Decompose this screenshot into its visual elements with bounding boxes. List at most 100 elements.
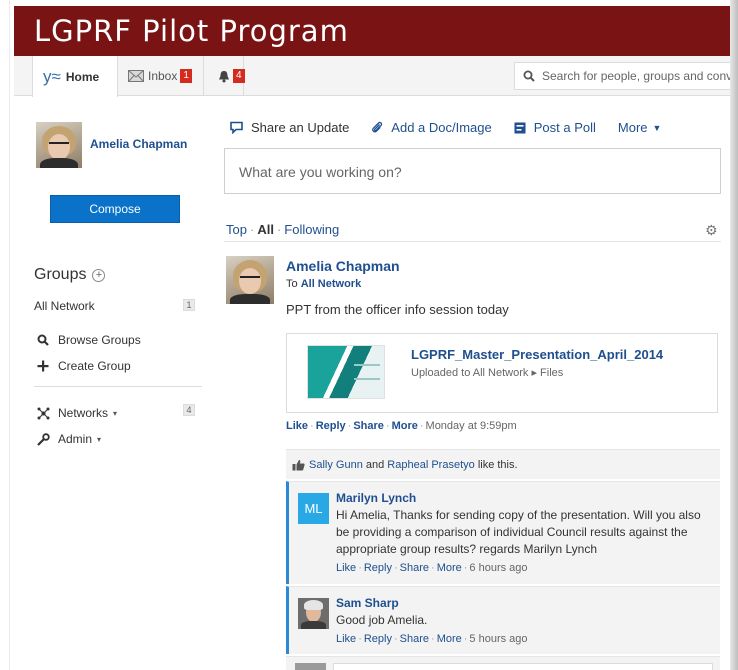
yammer-logo-icon: y≈ xyxy=(43,66,61,86)
bell-icon xyxy=(218,70,230,83)
window-right-edge xyxy=(730,0,738,670)
notifications-count-badge: 4 xyxy=(233,69,245,83)
more-link[interactable]: More xyxy=(437,633,462,645)
filter-all[interactable]: All xyxy=(257,222,274,237)
window-left-edge xyxy=(0,0,10,670)
compose-button[interactable]: Compose xyxy=(50,195,180,223)
paperclip-icon xyxy=(371,121,383,135)
more-link[interactable]: More xyxy=(437,562,462,574)
networks-count-badge: 4 xyxy=(183,404,195,416)
reply-timestamp[interactable]: 6 hours ago xyxy=(469,562,527,574)
app-window: LGPRF Pilot Program y≈ Home Inbox 1 4 Se… xyxy=(0,0,738,670)
more-menu[interactable]: More ▼ xyxy=(618,120,662,135)
sidebar-item-label: Browse Groups xyxy=(58,333,141,347)
post-poll-tab[interactable]: Post a Poll xyxy=(514,120,596,135)
reply-item: ML Marilyn Lynch Hi Amelia, Thanks for s… xyxy=(286,481,720,584)
reply-link[interactable]: Reply xyxy=(364,633,392,645)
sidebar-item-create-group[interactable]: Create Group xyxy=(34,359,131,373)
tab-notifications[interactable]: 4 xyxy=(204,56,245,96)
share-link[interactable]: Share xyxy=(400,562,429,574)
groups-heading: Groups + xyxy=(34,266,106,284)
sidebar-item-label: Admin xyxy=(58,432,93,446)
sidebar-item-label: All Network xyxy=(34,299,95,313)
add-doc-tab[interactable]: Add a Doc/Image xyxy=(371,120,492,135)
share-link[interactable]: Share xyxy=(353,420,384,432)
post-audience: To All Network xyxy=(286,278,361,290)
top-navbar: y≈ Home Inbox 1 4 Search for people, gro… xyxy=(14,56,730,97)
like-link[interactable]: Like xyxy=(336,562,356,574)
post-author-name[interactable]: Amelia Chapman xyxy=(286,258,400,274)
poll-icon xyxy=(514,122,526,134)
search-placeholder: Search for people, groups and conve xyxy=(542,69,730,83)
share-link[interactable]: Share xyxy=(400,633,429,645)
search-icon xyxy=(34,334,52,346)
reply-link[interactable]: Reply xyxy=(316,420,346,432)
reply-actions: Like · Reply · Share · More · 6 hours ago xyxy=(336,562,528,574)
more-link[interactable]: More xyxy=(392,420,418,432)
reply-item: Sam Sharp Good job Amelia. Like · Reply · Sh… xyxy=(286,586,720,654)
post-body: PPT from the officer info session today xyxy=(286,302,509,317)
gear-icon[interactable]: ⚙ xyxy=(705,222,718,239)
user-avatar[interactable] xyxy=(36,122,82,168)
attachment-name[interactable]: LGPRF_Master_Presentation_April_2014 xyxy=(411,347,663,362)
like-link[interactable]: Like xyxy=(286,420,308,432)
reply-link[interactable]: Reply xyxy=(364,562,392,574)
search-input[interactable]: Search for people, groups and conve xyxy=(514,62,730,90)
post-timestamp[interactable]: Monday at 9:59pm xyxy=(426,420,517,432)
thumbs-up-icon xyxy=(292,459,305,471)
sidebar-item-all-network[interactable]: All Network xyxy=(34,299,95,313)
tab-home[interactable]: y≈ Home xyxy=(32,56,118,97)
add-doc-label: Add a Doc/Image xyxy=(391,120,492,135)
add-group-icon[interactable]: + xyxy=(92,268,106,282)
envelope-icon xyxy=(128,70,144,82)
like-link[interactable]: Like xyxy=(336,633,356,645)
attachment-meta: Uploaded to All Network ▸ Files xyxy=(411,367,564,379)
filter-top[interactable]: Top xyxy=(226,222,247,237)
filter-following[interactable]: Following xyxy=(284,222,339,237)
tab-home-label: Home xyxy=(65,69,100,84)
plus-icon xyxy=(34,360,52,372)
post-audience-link[interactable]: All Network xyxy=(301,278,362,290)
tab-inbox[interactable]: Inbox 1 xyxy=(122,56,204,96)
sidebar-item-browse-groups[interactable]: Browse Groups xyxy=(34,333,141,347)
reply-input-partial xyxy=(286,656,720,670)
reply-author[interactable]: Marilyn Lynch xyxy=(336,491,416,505)
reply-author[interactable]: Sam Sharp xyxy=(336,596,399,610)
reply-input[interactable] xyxy=(333,663,713,670)
all-network-count-badge: 1 xyxy=(183,299,195,311)
reply-actions: Like · Reply · Share · More · 5 hours ago xyxy=(336,633,528,645)
attachment-thumbnail[interactable] xyxy=(307,345,385,399)
search-icon xyxy=(523,70,542,82)
wrench-icon xyxy=(34,432,52,446)
app-title: LGPRF Pilot Program xyxy=(34,14,349,48)
feed-divider xyxy=(224,241,721,242)
post-poll-label: Post a Poll xyxy=(533,120,596,135)
brand-header: LGPRF Pilot Program xyxy=(14,6,730,56)
sidebar-divider xyxy=(34,386,202,387)
feed-filter: Top · All · Following xyxy=(226,222,340,237)
inbox-count-badge: 1 xyxy=(180,69,192,83)
liker-link[interactable]: Sally Gunn xyxy=(309,459,363,471)
network-icon xyxy=(34,407,52,420)
share-update-tab[interactable]: Share an Update xyxy=(230,120,349,135)
chat-bubble-icon xyxy=(230,121,243,134)
publisher-input[interactable]: What are you working on? xyxy=(224,148,721,194)
publisher-actions: Share an Update Add a Doc/Image Post a P… xyxy=(230,120,683,135)
post-author-avatar[interactable] xyxy=(226,256,274,304)
avatar[interactable] xyxy=(298,598,329,629)
sidebar-item-admin[interactable]: Admin ▾ xyxy=(34,432,101,446)
sidebar-item-label: Networks xyxy=(58,406,109,420)
reply-text: Good job Amelia. xyxy=(336,613,428,627)
likes-summary: Sally Gunn and Rapheal Prasetyo like thi… xyxy=(286,449,720,479)
tab-inbox-label: Inbox xyxy=(148,69,178,83)
groups-heading-label: Groups xyxy=(34,266,87,283)
share-update-label: Share an Update xyxy=(251,120,350,135)
sidebar-item-networks[interactable]: Networks ▾ xyxy=(34,406,117,420)
avatar[interactable]: ML xyxy=(298,493,329,524)
attachment-card[interactable]: LGPRF_Master_Presentation_April_2014 Upl… xyxy=(286,333,718,413)
post-audience-prefix: To xyxy=(286,278,298,290)
sidebar-user-name[interactable]: Amelia Chapman xyxy=(90,137,187,151)
liker-link[interactable]: Rapheal Prasetyo xyxy=(387,459,474,471)
reply-timestamp[interactable]: 5 hours ago xyxy=(469,633,527,645)
post-actions: Like · Reply · Share · More · Monday at 9:59pm xyxy=(286,420,517,432)
